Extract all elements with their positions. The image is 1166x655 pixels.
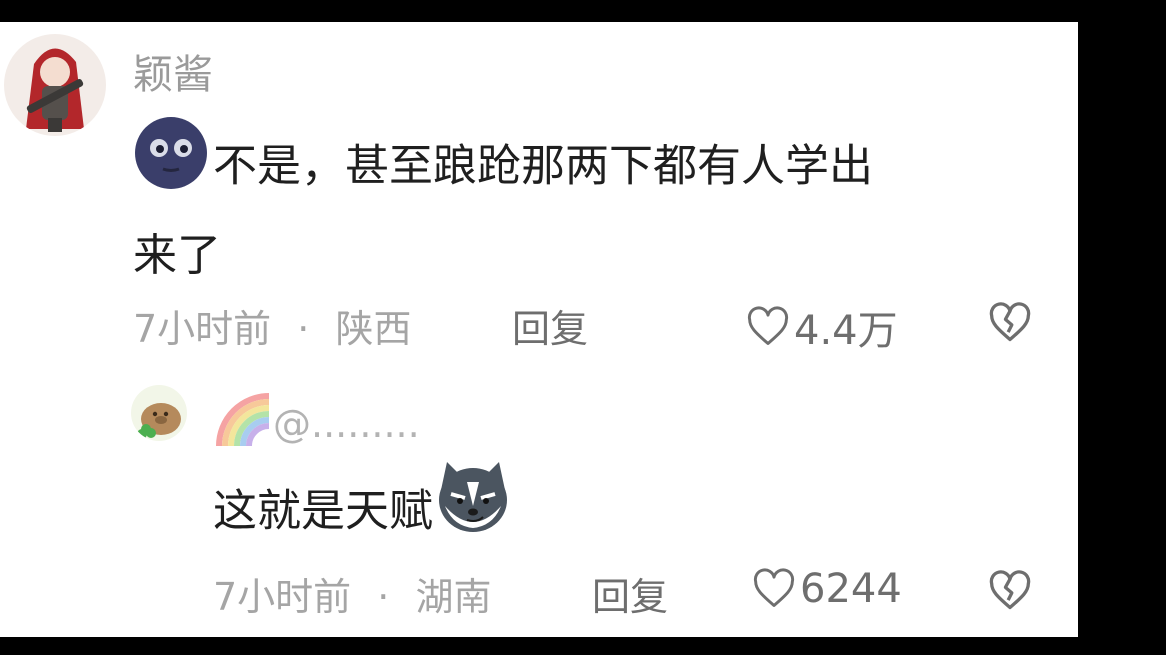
reply-like-count: 6244 (800, 566, 902, 612)
rainbow-icon (216, 393, 270, 446)
husky-smirk-emoji (433, 460, 513, 559)
like-button[interactable]: 4.4万 (746, 298, 898, 356)
comment-text-line1: 不是，甚至踉跄那两下都有人学出 (213, 140, 873, 192)
comment-text: 不是，甚至踉跄那两下都有人学出 来了 (133, 117, 873, 293)
meta-separator: · (377, 575, 390, 619)
comment-location: 陕西 (335, 307, 412, 351)
reply-dislike-button[interactable] (988, 569, 1032, 617)
reply-username[interactable]: @......... (213, 390, 420, 446)
reply-like-button[interactable]: 6244 (752, 566, 902, 612)
comment-panel: 颖酱 不是，甚至踉跄那两下都有人学出 来了 7小时前 · 陕西 回复 4.4万 (0, 22, 1078, 637)
heart-icon (753, 568, 795, 607)
reply-button[interactable]: 回复 (512, 298, 588, 353)
reply-location: 湖南 (415, 575, 492, 619)
reply-username-text: @......... (273, 402, 420, 446)
reply-meta: 7小时前 · 湖南 (213, 566, 491, 621)
reply-time: 7小时前 (213, 575, 352, 619)
dislike-button[interactable] (988, 301, 1032, 349)
like-count: 4.4万 (794, 308, 898, 354)
comment-meta: 7小时前 · 陕西 (133, 298, 411, 353)
reply-reply-button[interactable]: 回复 (592, 566, 668, 621)
comment-time: 7小时前 (133, 307, 272, 351)
broken-heart-icon (989, 302, 1031, 342)
user-avatar[interactable] (4, 34, 106, 136)
reply-user-avatar[interactable] (131, 385, 187, 441)
broken-heart-icon (989, 570, 1031, 610)
comment-username[interactable]: 颖酱 (133, 42, 213, 100)
comment-text-line2: 来了 (133, 230, 221, 281)
heart-icon (747, 306, 789, 345)
reply-text: 这就是天赋 (213, 462, 513, 563)
moon-face-emoji (133, 115, 209, 214)
reply-text-content: 这就是天赋 (213, 485, 433, 537)
meta-separator: · (297, 307, 310, 351)
